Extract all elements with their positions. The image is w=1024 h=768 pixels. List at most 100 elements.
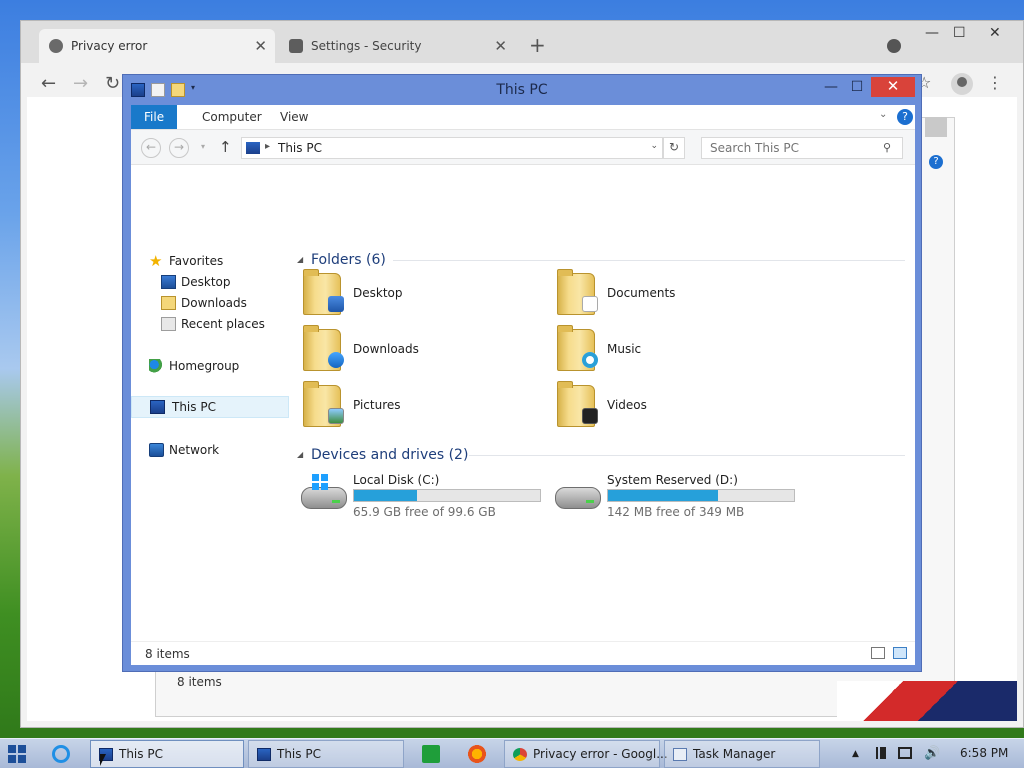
chrome-maximize-button[interactable]: ☐ — [953, 25, 966, 41]
avatar[interactable] — [951, 73, 973, 95]
nav-item-downloads[interactable]: Downloads — [161, 293, 281, 313]
nav-item-homegroup[interactable]: Homegroup — [149, 356, 279, 376]
drive-local-disk-c[interactable]: Local Disk (C:) 65.9 GB free of 99.6 GB — [293, 473, 543, 519]
expand-ribbon-icon[interactable]: ⌄ — [879, 109, 887, 120]
chrome-minimize-button[interactable]: — — [925, 25, 939, 41]
taskbar: This PC This PC Privacy error - Googl...… — [0, 738, 1024, 768]
collapse-icon[interactable]: ◢ — [297, 249, 303, 271]
taskbar-item-chrome[interactable]: Privacy error - Googl... — [504, 740, 668, 768]
divider — [469, 455, 905, 456]
nav-item-favorites[interactable]: ★ Favorites — [149, 251, 279, 271]
network-status-icon[interactable] — [898, 747, 912, 759]
computer-icon — [246, 142, 260, 154]
collapse-icon[interactable]: ◢ — [297, 444, 303, 466]
folder-name: Downloads — [353, 342, 419, 356]
title-bar[interactable]: ▾ This PC — ☐ ✕ — [123, 75, 921, 105]
tab-close-icon[interactable]: ✕ — [494, 29, 507, 63]
help-icon[interactable]: ? — [897, 109, 913, 125]
tab-label: Settings - Security — [311, 39, 422, 53]
taskbar-item-label: This PC — [277, 747, 321, 761]
tab-close-icon[interactable]: ✕ — [254, 29, 267, 63]
minimize-button[interactable]: — — [819, 77, 843, 97]
taskbar-item-this-pc-2[interactable]: This PC — [248, 740, 404, 768]
action-center-flag-icon[interactable] — [876, 747, 886, 759]
downloads-icon — [161, 296, 176, 310]
drives-group-header[interactable]: ◢ Devices and drives (2) — [293, 444, 473, 466]
profile-dropdown-icon[interactable] — [887, 39, 901, 53]
navigation-bar: ← → ▾ ↑ ▸ This PC ⌄ ↻ ⚲ — [131, 129, 915, 165]
search-input[interactable] — [701, 137, 903, 159]
forward-button[interactable]: → — [169, 138, 189, 158]
nav-item-this-pc[interactable]: This PC — [131, 396, 289, 418]
folder-music[interactable]: Music — [547, 325, 787, 377]
drive-usage-fill — [608, 490, 719, 501]
breadcrumb[interactable]: This PC — [278, 141, 322, 155]
volume-icon[interactable]: 🔊 — [924, 746, 940, 761]
background-help-icon: ? — [929, 155, 943, 169]
explorer-window: ▾ This PC — ☐ ✕ File Computer View ⌄ ? ←… — [122, 74, 922, 672]
folder-downloads[interactable]: Downloads — [293, 325, 533, 377]
details-view-icon[interactable] — [871, 647, 885, 659]
nav-item-recent-places[interactable]: Recent places — [161, 314, 285, 334]
show-hidden-icons-button[interactable]: ▲ — [852, 749, 859, 759]
item-count: 8 items — [145, 647, 190, 661]
group-label: Folders (6) — [311, 252, 386, 268]
pictures-folder-icon — [303, 381, 344, 427]
nav-item-network[interactable]: Network — [149, 440, 279, 460]
taskbar-item-label: Privacy error - Googl... — [533, 747, 668, 761]
taskbar-item-this-pc-1[interactable]: This PC — [90, 740, 244, 768]
folders-group-header[interactable]: ◢ Folders (6) — [293, 249, 403, 271]
gear-icon — [289, 39, 303, 53]
nav-item-label: Homegroup — [169, 359, 240, 373]
folder-desktop[interactable]: Desktop — [293, 269, 533, 321]
firefox-icon[interactable] — [468, 745, 486, 763]
new-tab-button[interactable]: + — [529, 33, 546, 57]
tab-label: Privacy error — [71, 39, 148, 53]
tab-view[interactable]: View — [267, 105, 321, 129]
folder-pictures[interactable]: Pictures — [293, 381, 533, 433]
chrome-close-button[interactable]: ✕ — [989, 25, 1001, 41]
nav-item-desktop[interactable]: Desktop — [161, 272, 281, 292]
drive-system-reserved-d[interactable]: System Reserved (D:) 142 MB free of 349 … — [547, 473, 797, 519]
page-decoration — [837, 681, 1017, 721]
drive-name: Local Disk (C:) — [353, 473, 440, 487]
tab-file[interactable]: File — [131, 105, 178, 129]
refresh-button[interactable]: ↻ — [663, 137, 685, 159]
taskbar-item-task-manager[interactable]: Task Manager — [664, 740, 820, 768]
navigation-pane: ★ Favorites Desktop Downloads Recent pla… — [131, 165, 289, 641]
forward-button[interactable]: → — [73, 73, 88, 94]
folder-documents[interactable]: Documents — [547, 269, 787, 321]
back-button[interactable]: ← — [41, 73, 56, 94]
close-button[interactable]: ✕ — [871, 77, 915, 97]
address-bar[interactable]: ▸ This PC ⌄ — [241, 137, 663, 159]
star-icon: ★ — [149, 252, 163, 270]
chevron-down-icon[interactable]: ⌄ — [650, 141, 658, 151]
tab-computer[interactable]: Computer — [189, 105, 275, 129]
nav-item-label: Favorites — [169, 254, 224, 268]
large-icons-view-icon[interactable] — [893, 647, 907, 659]
tab-privacy-error[interactable]: Privacy error ✕ — [39, 29, 275, 63]
tab-settings-security[interactable]: Settings - Security ✕ — [279, 29, 515, 63]
drive-free-space: 142 MB free of 349 MB — [607, 505, 745, 519]
videos-folder-icon — [557, 381, 598, 427]
folder-videos[interactable]: Videos — [547, 381, 787, 433]
reload-button[interactable]: ↻ — [105, 73, 120, 94]
store-icon[interactable] — [422, 745, 440, 763]
mouse-cursor — [100, 754, 112, 766]
downloads-folder-icon — [303, 325, 344, 371]
breadcrumb-chevron-icon[interactable]: ▸ — [265, 141, 270, 152]
nav-item-label: Network — [169, 443, 220, 457]
clock[interactable]: 6:58 PM — [960, 746, 1008, 760]
maximize-button[interactable]: ☐ — [845, 77, 869, 97]
up-button[interactable]: ↑ — [219, 138, 232, 156]
chrome-menu-button[interactable]: ⋮ — [987, 73, 1003, 92]
chrome-tab-strip: Privacy error ✕ Settings - Security ✕ + … — [21, 21, 1023, 63]
recent-locations-icon[interactable]: ▾ — [201, 142, 205, 151]
taskbar-item-label: This PC — [119, 747, 163, 761]
back-button[interactable]: ← — [141, 138, 161, 158]
desktop-folder-icon — [303, 269, 344, 315]
start-button[interactable] — [8, 745, 26, 763]
internet-explorer-icon[interactable] — [52, 745, 70, 763]
homegroup-icon — [149, 359, 164, 373]
ribbon: File Computer View ⌄ ? — [131, 105, 915, 129]
